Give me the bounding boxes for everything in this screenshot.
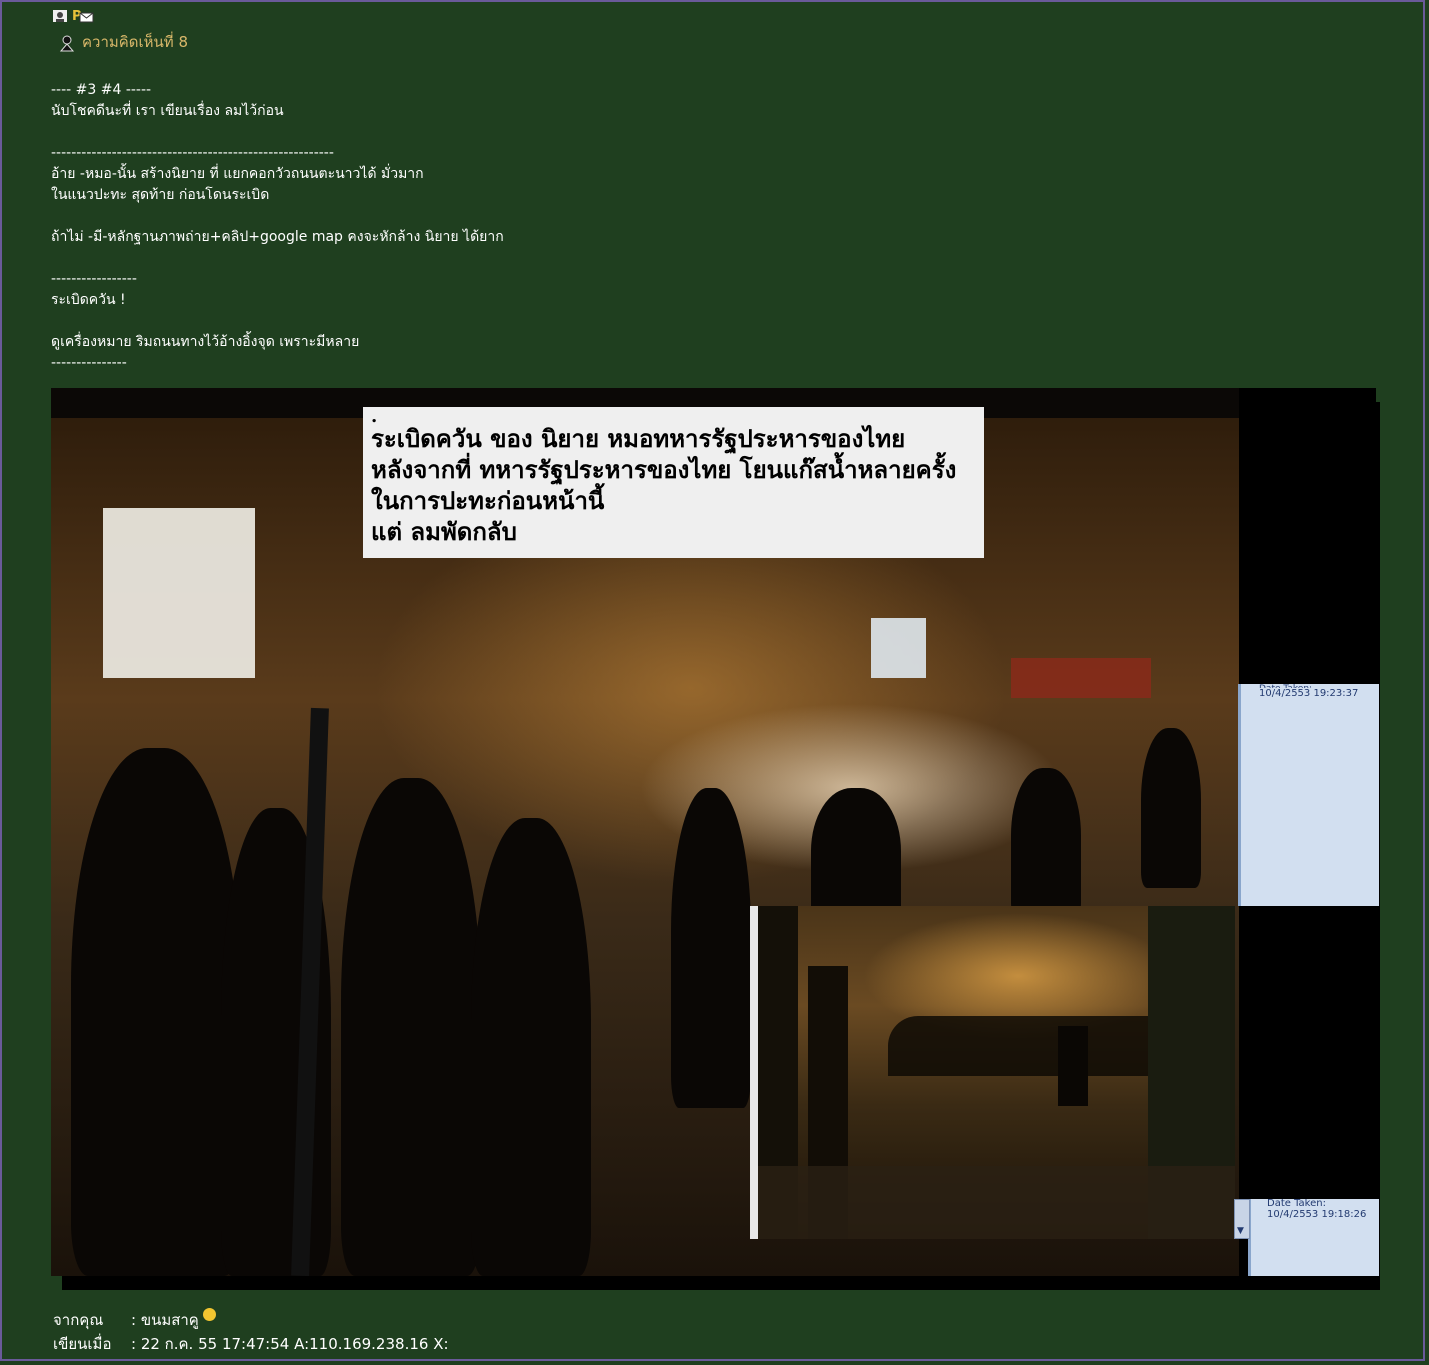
avatar-icon (58, 34, 75, 52)
photo-info-panel-2: Date Taken: 10/4/2553 19:18:26 (1248, 1199, 1379, 1276)
chevron-down-icon[interactable]: ▼ (1237, 1226, 1244, 1236)
comment-body: ---- #3 #4 ----- นับโชคดีนะที่ เรา เขียน… (51, 82, 504, 371)
date-taken-value: 10/4/2553 19:18:26 (1267, 1209, 1367, 1220)
photo-info-panel-1: Date Taken: 10/4/2553 19:23:37 (1238, 684, 1379, 906)
post-toolbar: P (52, 8, 94, 24)
message-icon[interactable]: P (72, 8, 94, 24)
posted-row: เขียนเมื่อ : 22 ก.ค. 55 17:47:54 A:110.1… (53, 1332, 449, 1356)
date-taken-value: 10/4/2553 19:23:37 (1259, 688, 1359, 699)
photo-caption: . ระเบิดควัน ของ นิยาย หมอทหารรัฐประหารข… (363, 407, 984, 558)
caption-line: หลังจากที่ ทหารรัฐประหารของไทย โยนแก๊สน้… (371, 455, 957, 484)
comment-header: ความคิดเห็นที่ 8 (58, 30, 188, 54)
inset-street-photo (750, 906, 1235, 1239)
caption-dot: . (371, 406, 378, 427)
posted-label: เขียนเมื่อ (53, 1335, 112, 1353)
date-taken-label: Date Taken: (1267, 1199, 1326, 1208)
author-name[interactable]: : ขนมสาคู (131, 1308, 199, 1332)
caption-line: ระเบิดควัน ของ นิยาย หมอทหารรัฐประหารของ… (371, 424, 906, 453)
info-panel-scrollbar[interactable]: ▼ (1234, 1199, 1250, 1239)
author-row: จากคุณ : ขนมสาคู (53, 1308, 449, 1332)
user-icon[interactable] (52, 8, 68, 24)
smiley-icon (202, 1308, 216, 1321)
caption-line: แต่ ลมพัดกลับ (371, 517, 517, 546)
author-label: จากคุณ (53, 1311, 104, 1329)
posted-value: : 22 ก.ค. 55 17:47:54 A:110.169.238.16 X… (131, 1335, 449, 1353)
comment-title: ความคิดเห็นที่ 8 (82, 33, 189, 51)
post-meta: จากคุณ : ขนมสาคู เขียนเมื่อ : 22 ก.ค. 55… (53, 1308, 449, 1356)
caption-line: ในการปะทะก่อนหน้านี้ (371, 486, 605, 515)
